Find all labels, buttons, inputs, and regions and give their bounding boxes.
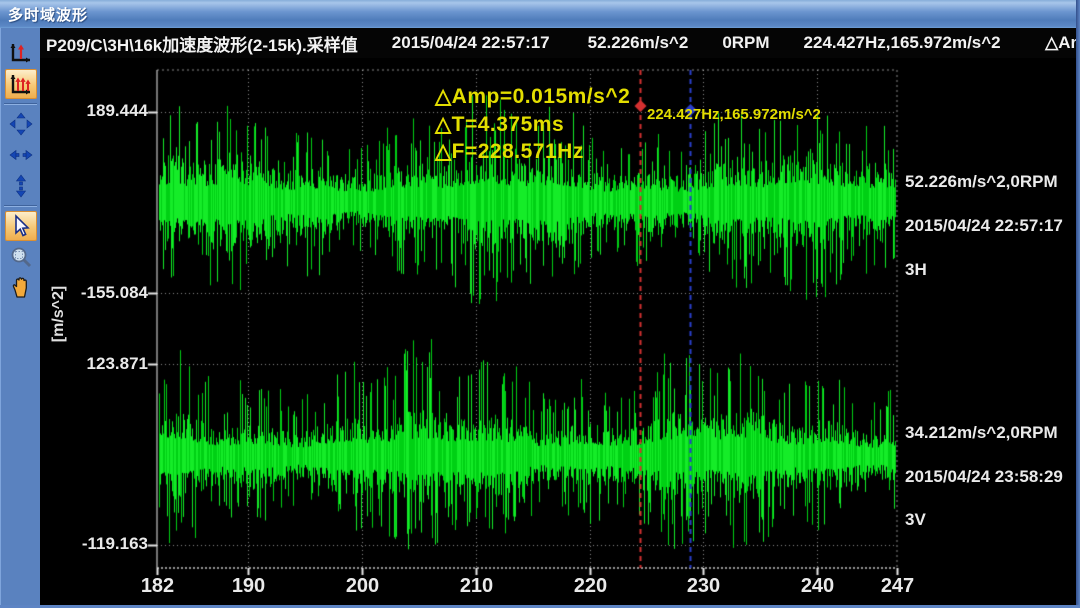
x-tick-label: 190 [226,575,272,598]
header-amplitude: 52.226m/s^2 [588,33,689,53]
x-tick-label: 210 [454,575,500,598]
window-title: 多时域波形 [8,4,88,25]
y-axis-unit-label: [m/s^2] [50,269,68,359]
window-right-edge [1076,0,1080,608]
x-tick-label: 247 [875,575,921,598]
magnifier-icon [9,245,33,269]
vertical-arrows-icon [9,174,33,198]
ytick-bottom-min: -119.163 [40,534,148,554]
x-tick-label: 240 [795,575,841,598]
toolbar-separator [4,205,37,207]
single-waveform-view-icon[interactable] [5,38,37,68]
trace1-level-label: 52.226m/s^2,0RPM [905,172,1080,192]
x-tick-label: 200 [340,575,386,598]
header-delta-amp-truncated: △Amp [1045,33,1080,53]
left-toolbar [0,28,40,608]
waveform-header-row: P209/C\3H\16k加速度波形(2-15k).采样值 2015/04/24… [40,28,1080,58]
window-titlebar: 多时域波形 [0,0,1080,28]
x-tick-label: 230 [681,575,727,598]
cursor-readout-label: 224.427Hz,165.972m/s^2 [647,106,821,123]
horizontal-arrows-icon [9,143,33,167]
header-rpm: 0RPM [722,33,769,53]
hand-icon [9,276,33,300]
trace2-timestamp-label: 2015/04/24 23:58:29 [905,467,1080,487]
axis-single-arrow-icon [9,41,33,65]
delta-freq-annotation: △F=228.571Hz [435,139,584,164]
multi-waveform-view-icon[interactable] [5,69,37,99]
toolbar-separator [4,103,37,105]
app-window: 多时域波形 P209/C\3H\16k加速度波形(2-15k).采样值 2015… [0,0,1080,608]
trace1-timestamp-label: 2015/04/24 22:57:17 [905,216,1080,236]
x-tick-label: 182 [135,575,181,598]
zoom-tool-icon[interactable] [5,242,37,272]
header-timestamp: 2015/04/24 22:57:17 [392,33,550,53]
mouse-pointer-icon [9,214,33,238]
trace2-channel-label: 3V [905,510,1080,530]
pan-all-directions-icon[interactable] [5,109,37,139]
trace2-level-label: 34.212m/s^2,0RPM [905,423,1080,443]
trace1-channel-label: 3H [905,260,1080,280]
expand-vertical-icon[interactable] [5,171,37,201]
delta-amp-annotation: △Amp=0.015m/s^2 [435,84,630,109]
expand-horizontal-icon[interactable] [5,140,37,170]
x-tick-label: 220 [568,575,614,598]
ytick-top-max: 189.444 [40,101,148,121]
axis-multi-arrow-icon [9,72,33,96]
cursor-select-icon[interactable] [5,211,37,241]
delta-time-annotation: △T=4.375ms [435,112,564,137]
four-way-arrows-icon [9,112,33,136]
pan-hand-tool-icon[interactable] [5,273,37,303]
header-cursor-readout: 224.427Hz,165.972m/s^2 [804,33,1001,53]
signal-path-label: P209/C\3H\16k加速度波形(2-15k).采样值 [46,31,358,56]
